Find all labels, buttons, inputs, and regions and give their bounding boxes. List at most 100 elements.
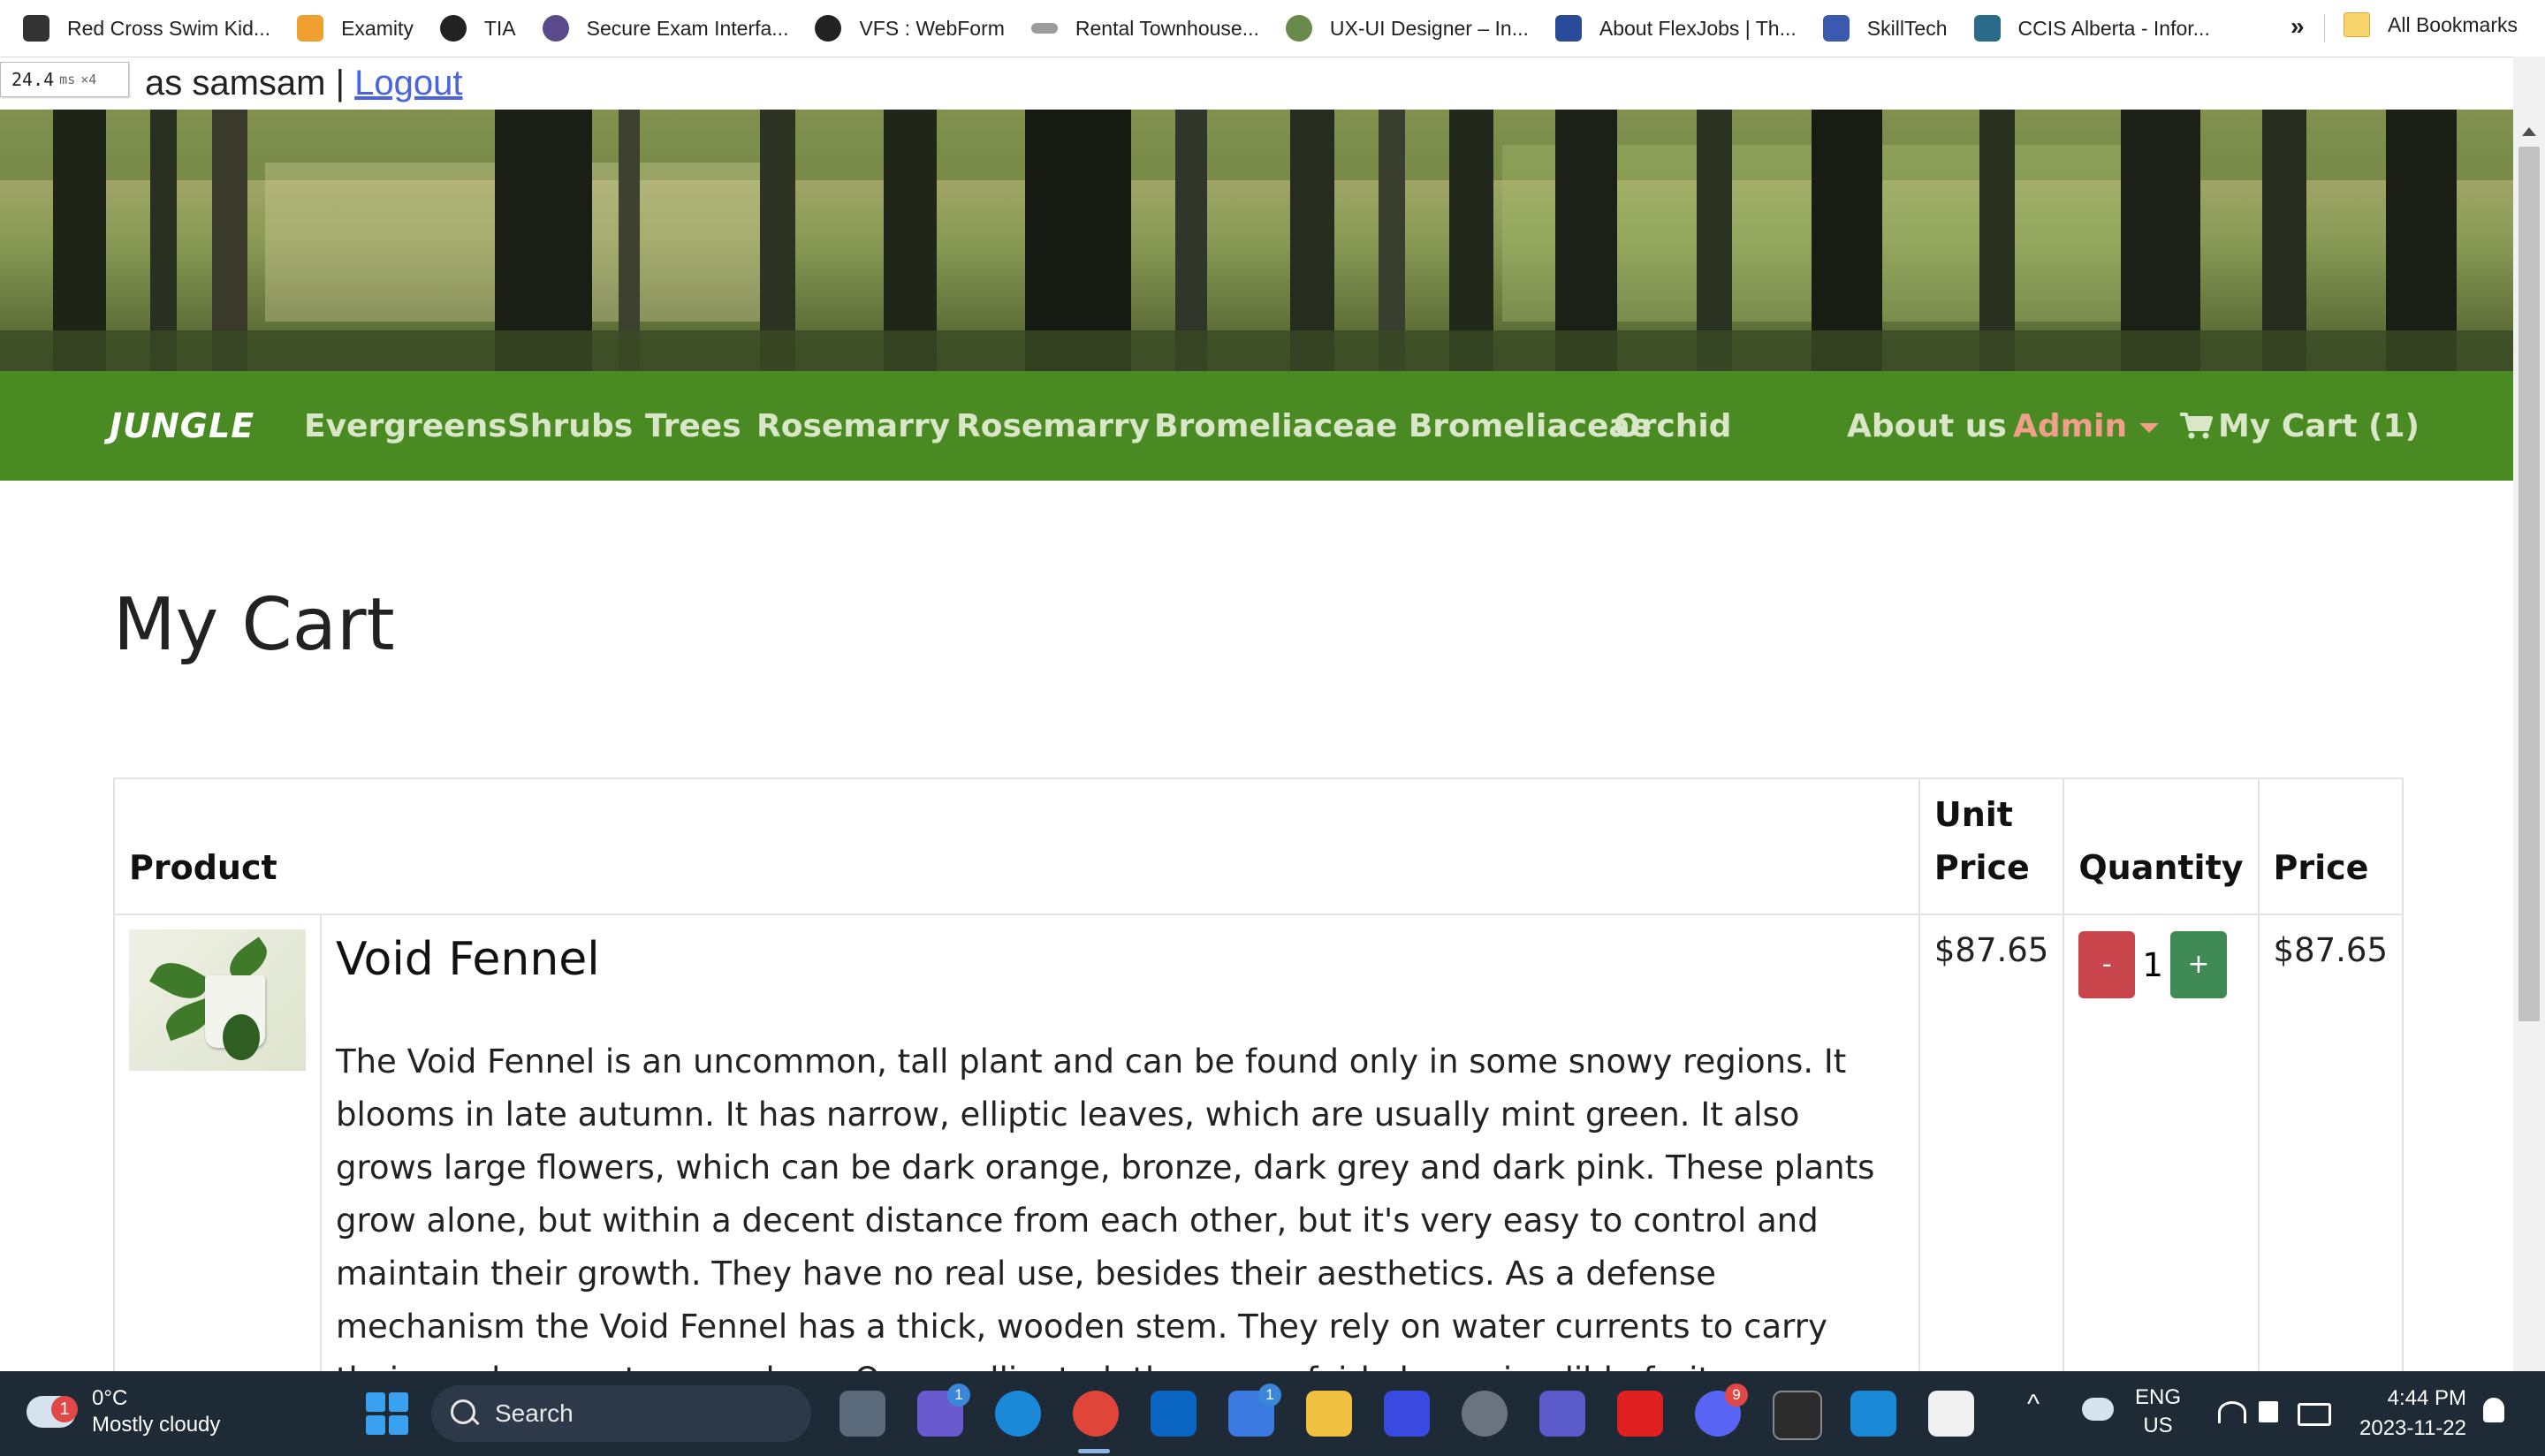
admin-dropdown[interactable]: Admin [2013,408,2160,444]
bookmark-label: About FlexJobs | Th... [1599,16,1797,40]
all-bookmarks-button[interactable]: All Bookmarks [2344,12,2518,37]
bookmark-red-cross[interactable]: Red Cross Swim Kid... [23,15,270,42]
bookmark-examity[interactable]: Examity [297,15,414,42]
cart-table: Product Unit Price Quantity Price Void F… [113,777,2404,1421]
show-hidden-icons-chevron-icon[interactable]: ^ [2027,1391,2040,1419]
wifi-icon[interactable] [2218,1401,2246,1423]
perf-mult: ×4 [80,72,97,87]
bookmark-label: VFS : WebForm [859,16,1005,40]
discord-icon[interactable]: 9 [1695,1384,1748,1437]
bookmark-label: Red Cross Swim Kid... [67,16,271,40]
linkedin-icon[interactable] [1151,1391,1197,1437]
caret-down-icon [2139,422,2160,433]
chat-app-icon[interactable]: 1 [917,1384,970,1437]
taskbar-search[interactable]: Search [431,1385,811,1442]
terminal-icon[interactable] [1773,1391,1822,1440]
bookmark-rental[interactable]: Rental Townhouse... [1030,17,1259,41]
bookmark-label: TIA [483,16,516,40]
microsoft-store-icon[interactable]: 1 [1228,1384,1281,1437]
product-name[interactable]: Void Fennel [336,931,1904,988]
page-scrollbar[interactable] [2513,57,2545,1415]
notification-bell-icon[interactable] [2483,1398,2504,1422]
bookmark-label: Secure Exam Interfa... [586,16,789,40]
snipping-tool-icon[interactable] [1928,1391,1974,1437]
settings-gear-icon[interactable] [1462,1391,1508,1437]
windows-start-icon[interactable] [366,1392,408,1435]
scroll-thumb[interactable] [2518,147,2540,1021]
perf-unit: ms [59,72,76,87]
battery-icon[interactable] [2298,1403,2331,1426]
chrome-browser-icon[interactable] [1073,1391,1119,1437]
nav-link-bromeliaceae[interactable]: Bromeliaceae Bromeliaceae [1154,408,1652,444]
teams-icon[interactable] [1539,1391,1585,1437]
bookmark-label: CCIS Alberta - Infor... [2017,16,2210,40]
table-row: Void Fennel The Void Fennel is an uncomm… [113,914,2404,1421]
file-explorer-icon[interactable] [1306,1391,1352,1437]
system-clock[interactable]: 4:44 PM 2023-11-22 [2359,1384,2466,1444]
volume-icon[interactable] [2259,1401,2278,1422]
globe-icon [439,15,467,42]
bookmark-label: SkillTech [1866,16,1948,40]
bookmark-favicon-icon [297,15,324,42]
onedrive-cloud-icon[interactable] [2082,1398,2114,1421]
task-view-icon[interactable] [839,1391,885,1437]
language-indicator[interactable]: ENG US [2135,1384,2181,1440]
brand-logo[interactable]: JUNGLE [110,406,254,445]
nav-link-rosemarry[interactable]: Rosemarry [756,408,950,444]
quantity-value: 1 [2142,945,2163,984]
bookmark-label: UX-UI Designer – In... [1329,16,1529,40]
product-image[interactable] [129,929,306,1071]
logged-in-user: as samsam [145,64,326,102]
discord-badge: 9 [1725,1384,1748,1407]
line-price-cell: $87.65 [2257,914,2404,1421]
nav-link-about-us[interactable]: About us [1847,408,2007,444]
weather-badge: 1 [51,1396,78,1422]
more-bookmarks-button[interactable]: » [2290,12,2305,41]
bookmark-vfs[interactable]: VFS : WebForm [815,15,1005,42]
perf-value: 24.4 [11,69,55,90]
clock-time: 4:44 PM [2387,1386,2466,1410]
active-app-indicator [1078,1449,1110,1453]
nav-link-evergreens[interactable]: Evergreens [304,408,507,444]
nav-link-orchid[interactable]: Orchid [1614,408,1731,444]
unit-price-cell: $87.65 [1918,914,2065,1421]
figma-like-app-icon[interactable] [1384,1391,1430,1437]
page-title: My Cart [113,583,395,667]
login-separator: | [335,64,346,102]
quantity-stepper: -1 + [2063,914,2260,1421]
nav-link-my-cart[interactable]: My Cart (1) [2179,408,2420,444]
bookmark-ux-ui[interactable]: UX-UI Designer – In... [1285,15,1529,42]
bookmark-ccis[interactable]: CCIS Alberta - Infor... [1973,15,2210,42]
header-price: Price [2257,777,2404,915]
bookmark-flexjobs[interactable]: About FlexJobs | Th... [1554,15,1797,42]
weather-temp: 0°C [92,1386,128,1410]
bookmark-favicon-icon [1030,23,1058,34]
bookmarks-bar: Red Cross Swim Kid... Examity TIA Secure… [0,0,2545,57]
youtube-icon[interactable] [1617,1391,1663,1437]
nav-link-rosemarry-2[interactable]: Rosemarry [956,408,1150,444]
bookmark-secure-exam[interactable]: Secure Exam Interfa... [542,15,789,42]
all-bookmarks-label: All Bookmarks [2388,12,2518,36]
login-text: as samsam | Logout [145,64,462,103]
region-code: US [2143,1414,2173,1437]
perf-indicator: 24.4 ms ×4 [0,62,129,97]
decrease-quantity-button[interactable]: - [2078,931,2136,998]
nav-link-shrubs[interactable]: Shrubs [507,408,633,444]
bookmark-label: Examity [341,16,414,40]
increase-quantity-button[interactable]: + [2169,931,2227,998]
weather-widget[interactable]: 1 0°C Mostly cloudy [27,1385,220,1438]
scroll-up-arrow-icon[interactable] [2522,127,2536,136]
weather-condition: Mostly cloudy [92,1413,221,1437]
product-info-cell: Void Fennel The Void Fennel is an uncomm… [320,914,1920,1421]
nav-link-trees[interactable]: Trees [645,408,741,444]
bookmark-favicon-icon [23,15,49,42]
vscode-icon[interactable] [1850,1391,1896,1437]
bookmark-tia[interactable]: TIA [439,15,516,42]
table-header-row: Product Unit Price Quantity Price [113,777,2404,915]
edge-browser-icon[interactable] [995,1391,1041,1437]
product-description: The Void Fennel is an uncommon, tall pla… [336,1043,1875,1399]
product-image-cell [113,914,322,1421]
header-unit-price: Unit Price [1918,777,2065,915]
logout-link[interactable]: Logout [354,64,462,102]
bookmark-skilltech[interactable]: SkillTech [1822,15,1948,42]
